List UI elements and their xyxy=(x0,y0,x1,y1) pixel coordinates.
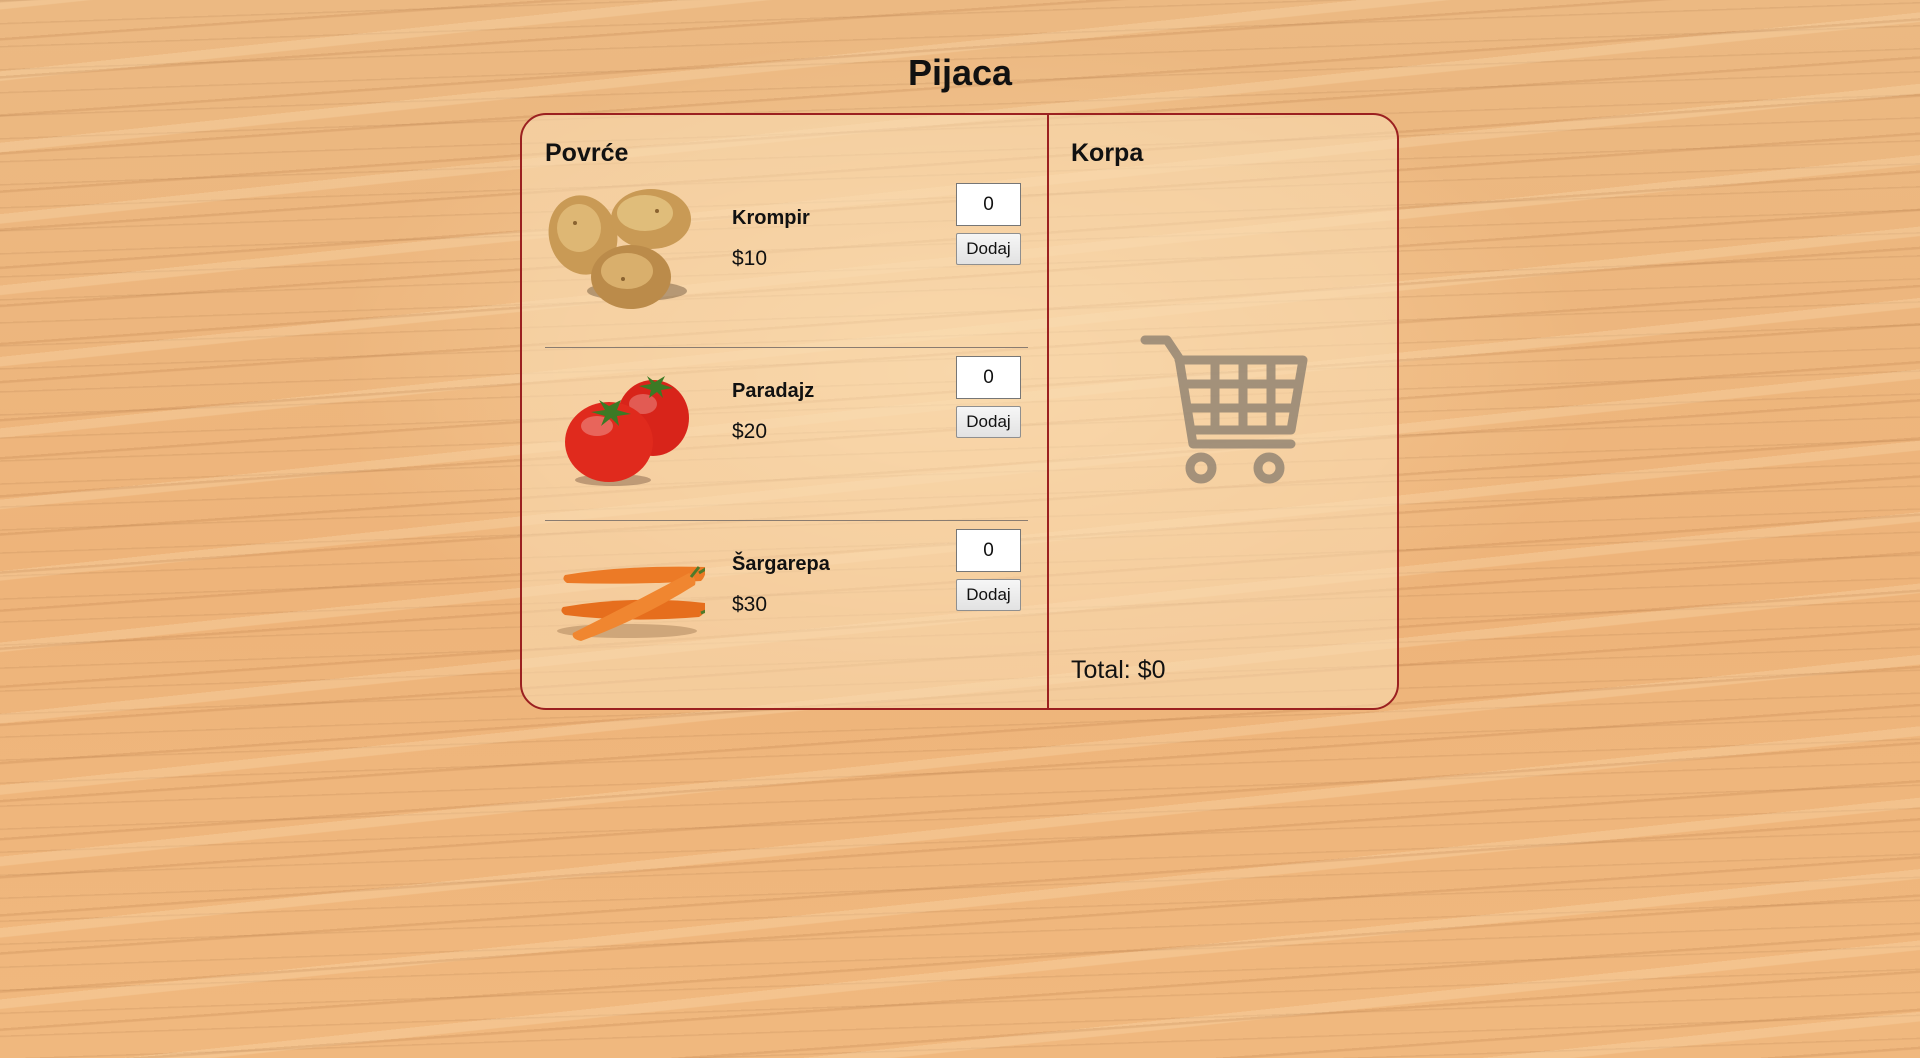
add-button[interactable]: Dodaj xyxy=(956,579,1021,611)
total-label: Total: xyxy=(1071,656,1131,684)
product-list: Krompir $10 Dodaj Paradajz $20 D xyxy=(545,175,1028,693)
page-title: Pijaca xyxy=(907,52,1013,93)
product-name: Šargarepa xyxy=(732,553,830,575)
product-item-paradajz: Paradajz $20 Dodaj xyxy=(545,348,1028,521)
product-item-sargarepa: Šargarepa $30 Dodaj xyxy=(545,521,1028,693)
product-price: $30 xyxy=(732,593,768,616)
product-price: $10 xyxy=(732,247,768,270)
cart-title: Korpa xyxy=(1071,139,1144,167)
carrot-image xyxy=(557,566,705,641)
quantity-input[interactable] xyxy=(956,356,1021,399)
product-name: Paradajz xyxy=(732,380,815,402)
cart-column: Korpa Total: $0 xyxy=(1049,115,1397,708)
tomato-image xyxy=(565,376,689,486)
add-button[interactable]: Dodaj xyxy=(956,406,1021,438)
quantity-input[interactable] xyxy=(956,183,1021,226)
products-title: Povrće xyxy=(545,139,629,167)
quantity-input[interactable] xyxy=(956,529,1021,572)
total-value: $0 xyxy=(1137,656,1166,684)
product-price: $20 xyxy=(732,420,768,443)
cart-total: Total: $0 xyxy=(1071,656,1166,685)
product-name: Krompir xyxy=(732,207,810,229)
add-button[interactable]: Dodaj xyxy=(956,233,1021,265)
market-panel: Povrće Krompir $10 Dodaj xyxy=(520,113,1399,710)
potato-image xyxy=(548,189,691,309)
shopping-cart-icon xyxy=(1140,335,1308,484)
product-item-krompir: Krompir $10 Dodaj xyxy=(545,175,1028,348)
products-column: Povrće Krompir $10 Dodaj xyxy=(522,115,1049,708)
